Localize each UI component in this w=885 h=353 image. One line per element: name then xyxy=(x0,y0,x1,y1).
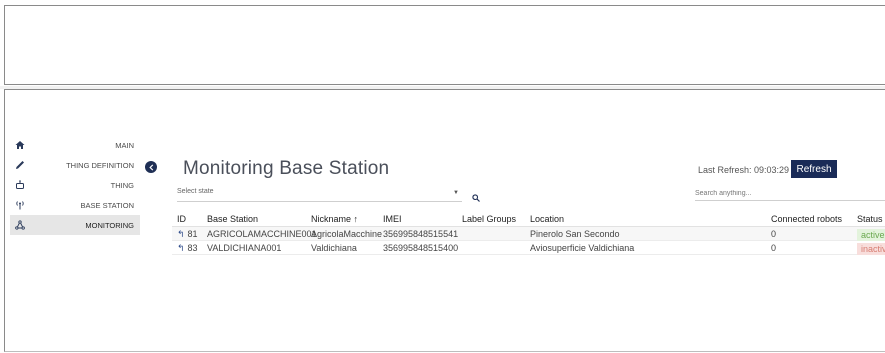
page-title: Monitoring Base Station xyxy=(183,158,390,179)
column-header-imei[interactable]: IMEI xyxy=(383,214,402,224)
status-badge-inactive: inactive xyxy=(857,243,885,255)
sidebar-item-label: THING xyxy=(110,180,134,190)
sidebar-item-main[interactable]: MAIN xyxy=(10,135,140,155)
open-link-icon[interactable]: ↰ xyxy=(177,229,185,239)
sidebar-item-thing-definition[interactable]: THING DEFINITION xyxy=(10,155,140,175)
last-refresh-text: Last Refresh: 09:03:29 xyxy=(698,165,790,175)
imei-cell: 356995848515541 xyxy=(383,229,459,239)
base-station-table: ID Base Station Nickname ↑ IMEI Label Gr… xyxy=(172,212,885,255)
nickname-cell: AgricolaMacchine xyxy=(311,229,383,239)
home-icon xyxy=(14,139,26,151)
sidebar-item-label: THING DEFINITION xyxy=(66,160,134,170)
table-row[interactable]: ↰ 83 VALDICHIANA001 Valdichiana 356995848… xyxy=(172,241,885,255)
chevron-left-icon xyxy=(148,163,153,171)
state-select-placeholder: Select state xyxy=(177,188,214,195)
column-header-id[interactable]: ID xyxy=(177,214,186,224)
status-badge: inactive xyxy=(857,243,885,255)
sidebar-item-label: BASE STATION xyxy=(80,200,134,210)
open-link-icon[interactable]: ↰ xyxy=(177,243,185,253)
id-cell: ↰ 81 xyxy=(177,229,198,240)
table-header-row: ID Base Station Nickname ↑ IMEI Label Gr… xyxy=(172,212,885,227)
sidebar-item-label: MONITORING xyxy=(85,220,134,230)
column-header-base-station[interactable]: Base Station xyxy=(207,214,258,224)
network-icon xyxy=(14,219,26,231)
collapse-sidebar-button[interactable] xyxy=(145,161,157,173)
id-value: 81 xyxy=(187,229,198,239)
column-header-status[interactable]: Status xyxy=(857,214,883,224)
search-icon[interactable] xyxy=(472,189,481,202)
column-header-label-groups[interactable]: Label Groups xyxy=(462,214,516,224)
location-cell: Aviosuperficie Valdichiana xyxy=(530,243,635,253)
base-station-cell: VALDICHIANA001 xyxy=(207,243,282,253)
status-badge-active: active xyxy=(857,229,885,241)
sidebar-item-monitoring[interactable]: MONITORING xyxy=(10,215,140,235)
sidebar-item-base-station[interactable]: BASE STATION xyxy=(10,195,140,215)
connected-robots-cell: 0 xyxy=(771,229,777,239)
nickname-cell: Valdichiana xyxy=(311,243,357,253)
sidebar-item-thing[interactable]: THING xyxy=(10,175,140,195)
antenna-icon xyxy=(14,199,26,211)
column-header-nickname[interactable]: Nickname ↑ xyxy=(311,214,358,224)
refresh-button[interactable]: Refresh xyxy=(791,160,837,178)
caret-down-icon: ▼ xyxy=(453,190,459,196)
state-select[interactable]: Select state ▼ xyxy=(177,188,462,202)
id-cell: ↰ 83 xyxy=(177,243,198,254)
location-cell: Pinerolo San Secondo xyxy=(530,229,620,239)
top-panel xyxy=(4,5,885,85)
imei-cell: 356995848515400 xyxy=(383,243,459,253)
sidebar: MAIN THING DEFINITION THING BASE STATION… xyxy=(10,135,140,235)
id-value: 83 xyxy=(187,243,198,253)
table-row[interactable]: ↰ 81 AGRICOLAMACCHINE001 AgricolaMacchine… xyxy=(172,227,885,241)
robot-icon xyxy=(14,179,26,191)
search-input[interactable] xyxy=(695,186,885,201)
column-header-connected-robots[interactable]: Connected robots xyxy=(771,214,842,224)
column-header-location[interactable]: Location xyxy=(530,214,564,224)
base-station-cell: AGRICOLAMACCHINE001 xyxy=(207,229,317,239)
sidebar-item-label: MAIN xyxy=(115,140,134,150)
pencil-icon xyxy=(14,159,26,171)
connected-robots-cell: 0 xyxy=(771,243,777,253)
status-badge: active xyxy=(857,229,885,241)
